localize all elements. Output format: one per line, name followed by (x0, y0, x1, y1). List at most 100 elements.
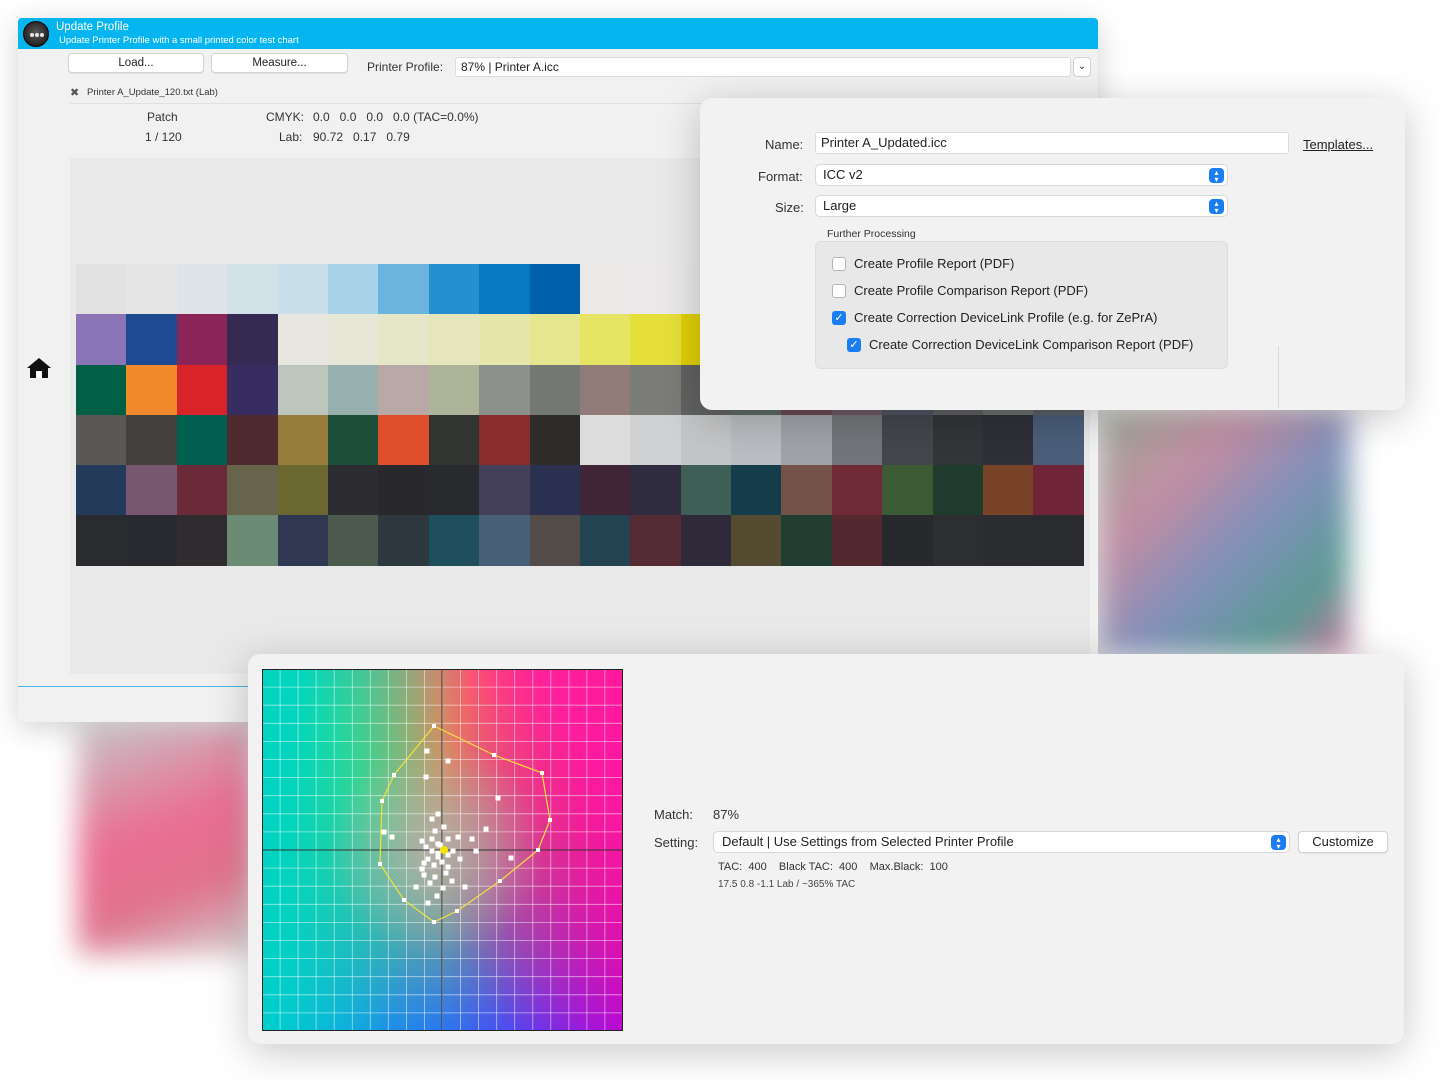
color-patch[interactable] (428, 314, 480, 365)
color-patch[interactable] (126, 314, 177, 365)
color-patch[interactable] (630, 314, 681, 365)
color-patch[interactable] (277, 515, 328, 566)
gamut-plot[interactable] (262, 669, 623, 1031)
home-icon[interactable] (26, 356, 52, 380)
option-profile-report[interactable]: Create Profile Report (PDF) (832, 256, 1014, 271)
color-patch[interactable] (277, 414, 328, 466)
color-patch[interactable] (126, 364, 177, 415)
color-patch[interactable] (76, 264, 127, 315)
color-patch[interactable] (1033, 465, 1084, 516)
color-patch[interactable] (126, 264, 177, 315)
color-patch[interactable] (680, 515, 732, 566)
load-button[interactable]: Load... (68, 53, 204, 73)
color-patch[interactable] (579, 465, 631, 516)
size-select[interactable]: Large ▴ ▾ (815, 195, 1228, 217)
color-patch[interactable] (479, 314, 530, 365)
setting-select[interactable]: Default | Use Settings from Selected Pri… (713, 831, 1290, 853)
color-patch[interactable] (529, 314, 580, 365)
measure-button[interactable]: Measure... (211, 53, 348, 73)
color-patch[interactable] (277, 364, 328, 415)
color-patch[interactable] (831, 465, 883, 516)
color-patch[interactable] (680, 465, 732, 516)
color-patch[interactable] (579, 264, 631, 315)
color-patch[interactable] (529, 264, 580, 315)
color-patch[interactable] (579, 414, 631, 466)
color-patch[interactable] (831, 414, 883, 466)
profile-name-input[interactable]: Printer A_Updated.icc (815, 132, 1289, 154)
customize-button[interactable]: Customize (1298, 831, 1388, 853)
color-patch[interactable] (428, 264, 480, 315)
color-patch[interactable] (630, 515, 681, 566)
checkbox[interactable]: ✓ (847, 337, 861, 352)
color-patch[interactable] (630, 264, 681, 315)
templates-link[interactable]: Templates... (1303, 137, 1373, 152)
color-patch[interactable] (378, 465, 429, 516)
color-patch[interactable] (227, 314, 278, 365)
color-patch[interactable] (932, 414, 984, 466)
color-patch[interactable] (327, 465, 379, 516)
color-patch[interactable] (529, 364, 580, 415)
color-patch[interactable] (327, 314, 379, 365)
color-patch[interactable] (630, 465, 681, 516)
color-patch[interactable] (1033, 414, 1084, 466)
color-patch[interactable] (176, 314, 228, 365)
color-patch[interactable] (176, 364, 228, 415)
color-patch[interactable] (479, 465, 530, 516)
color-patch[interactable] (428, 515, 480, 566)
color-patch[interactable] (882, 465, 933, 516)
format-select[interactable]: ICC v2 ▴ ▾ (815, 164, 1228, 186)
color-patch[interactable] (731, 515, 782, 566)
color-patch[interactable] (983, 465, 1034, 516)
color-patch[interactable] (983, 414, 1034, 466)
color-patch[interactable] (932, 515, 984, 566)
color-patch[interactable] (680, 414, 732, 466)
color-patch[interactable] (529, 414, 580, 466)
color-patch[interactable] (428, 364, 480, 415)
color-patch[interactable] (882, 414, 933, 466)
option-comparison-report[interactable]: Create Profile Comparison Report (PDF) (832, 283, 1088, 298)
color-patch[interactable] (227, 264, 278, 315)
color-patch[interactable] (579, 515, 631, 566)
color-patch[interactable] (227, 364, 278, 415)
color-patch[interactable] (983, 515, 1034, 566)
color-patch[interactable] (579, 364, 631, 415)
color-patch[interactable] (76, 465, 127, 516)
checkbox[interactable] (832, 256, 846, 271)
color-patch[interactable] (479, 414, 530, 466)
color-patch[interactable] (378, 414, 429, 466)
color-patch[interactable] (176, 515, 228, 566)
color-patch[interactable] (277, 314, 328, 365)
color-patch[interactable] (378, 314, 429, 365)
color-patch[interactable] (529, 515, 580, 566)
color-patch[interactable] (1033, 515, 1084, 566)
color-patch[interactable] (176, 465, 228, 516)
color-patch[interactable] (529, 465, 580, 516)
color-patch[interactable] (630, 414, 681, 466)
color-patch[interactable] (932, 465, 984, 516)
color-patch[interactable] (479, 264, 530, 315)
printer-profile-select[interactable]: 87% | Printer A.icc (455, 57, 1071, 77)
color-patch[interactable] (76, 515, 127, 566)
color-patch[interactable] (277, 465, 328, 516)
color-patch[interactable] (327, 364, 379, 415)
color-patch[interactable] (327, 515, 379, 566)
color-patch[interactable] (378, 264, 429, 315)
color-patch[interactable] (781, 414, 832, 466)
option-devicelink-profile[interactable]: ✓ Create Correction DeviceLink Profile (… (832, 310, 1157, 325)
color-patch[interactable] (126, 465, 177, 516)
color-patch[interactable] (731, 465, 782, 516)
color-patch[interactable] (882, 515, 933, 566)
color-patch[interactable] (277, 264, 328, 315)
color-patch[interactable] (327, 414, 379, 466)
option-devicelink-comparison-report[interactable]: ✓ Create Correction DeviceLink Compariso… (847, 337, 1193, 352)
color-patch[interactable] (176, 414, 228, 466)
color-patch[interactable] (579, 314, 631, 365)
color-patch[interactable] (731, 414, 782, 466)
color-patch[interactable] (479, 364, 530, 415)
close-file-icon[interactable]: ✖ (70, 86, 79, 99)
color-patch[interactable] (76, 314, 127, 365)
color-patch[interactable] (227, 515, 278, 566)
color-patch[interactable] (227, 414, 278, 466)
color-patch[interactable] (327, 264, 379, 315)
color-patch[interactable] (831, 515, 883, 566)
